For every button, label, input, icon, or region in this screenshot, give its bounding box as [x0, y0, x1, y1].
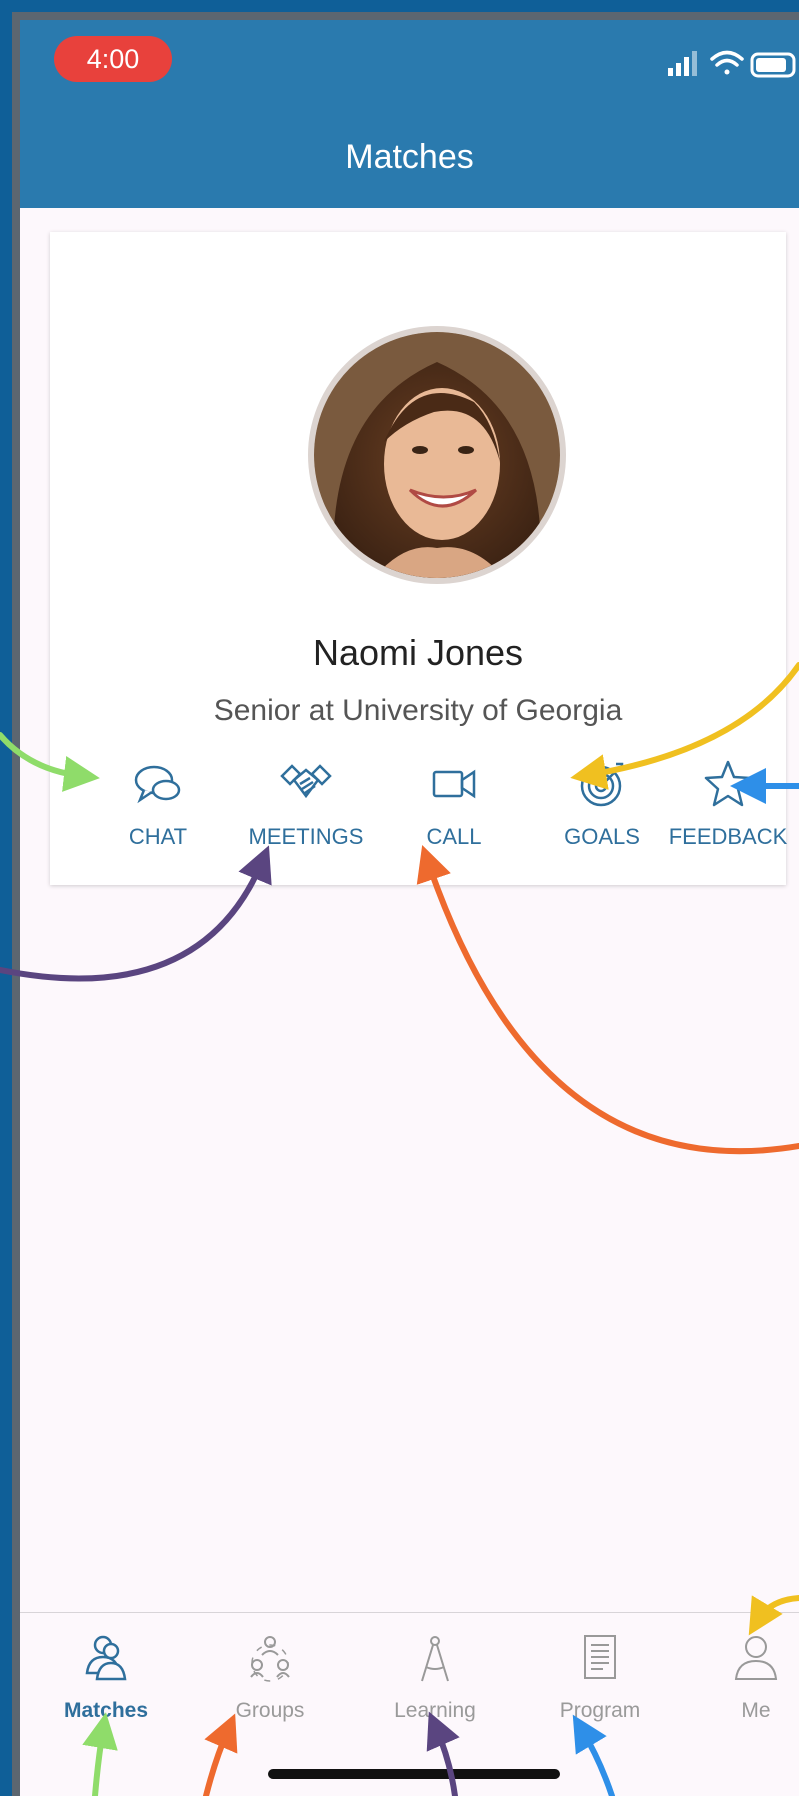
goals-label: GOALS	[564, 824, 640, 849]
tab-learning[interactable]: Learning	[365, 1633, 505, 1733]
feedback-label: FEEDBACK	[668, 824, 788, 849]
chat-button[interactable]: CHAT	[88, 742, 228, 852]
status-icons	[668, 50, 796, 78]
header-bar: 4:00 Matches	[20, 20, 799, 208]
tab-matches[interactable]: Matches	[36, 1633, 176, 1733]
feedback-button[interactable]: FEEDBACK	[658, 742, 798, 852]
home-indicator	[268, 1769, 560, 1779]
avatar-photo	[314, 332, 560, 578]
people-icon	[85, 1635, 127, 1681]
goals-button[interactable]: GOALS	[532, 742, 672, 852]
match-card[interactable]: Naomi Jones Senior at University of Geor…	[50, 232, 787, 885]
phone-screen: 4:00 Matches Naomi Jones Senior at Unive…	[12, 12, 799, 1796]
meetings-label: MEETINGS	[248, 824, 364, 849]
meetings-button[interactable]: MEETINGS	[236, 742, 376, 852]
match-name: Naomi Jones	[312, 632, 524, 673]
tab-me-label: Me	[741, 1699, 771, 1722]
tab-matches-label: Matches	[63, 1699, 149, 1722]
status-time: 4:00	[54, 36, 172, 82]
tab-groups-label: Groups	[235, 1699, 305, 1722]
call-label: CALL	[426, 824, 482, 849]
group-icon	[250, 1636, 290, 1682]
tab-groups[interactable]: Groups	[200, 1633, 340, 1733]
document-icon	[584, 1635, 616, 1679]
tab-program[interactable]: Program	[530, 1633, 670, 1733]
page-title: Matches	[345, 138, 474, 176]
avatar[interactable]	[308, 326, 566, 584]
tab-learning-label: Learning	[394, 1699, 476, 1722]
target-icon	[580, 762, 624, 807]
tab-me[interactable]: Me	[686, 1633, 799, 1733]
chat-label: CHAT	[128, 824, 188, 849]
call-button[interactable]: CALL	[384, 742, 524, 852]
chat-icon	[134, 765, 181, 804]
person-icon	[734, 1636, 778, 1680]
signal-icon	[668, 51, 697, 76]
tab-program-label: Program	[559, 1699, 641, 1722]
handshake-icon	[280, 764, 332, 799]
app-view: 4:00 Matches Naomi Jones Senior at Unive…	[20, 20, 799, 1796]
match-subtitle: Senior at University of Georgia	[213, 694, 623, 727]
battery-icon	[750, 52, 796, 78]
compass-icon	[421, 1636, 449, 1682]
wifi-icon	[710, 50, 744, 75]
video-camera-icon	[432, 769, 476, 799]
star-icon	[704, 760, 752, 807]
